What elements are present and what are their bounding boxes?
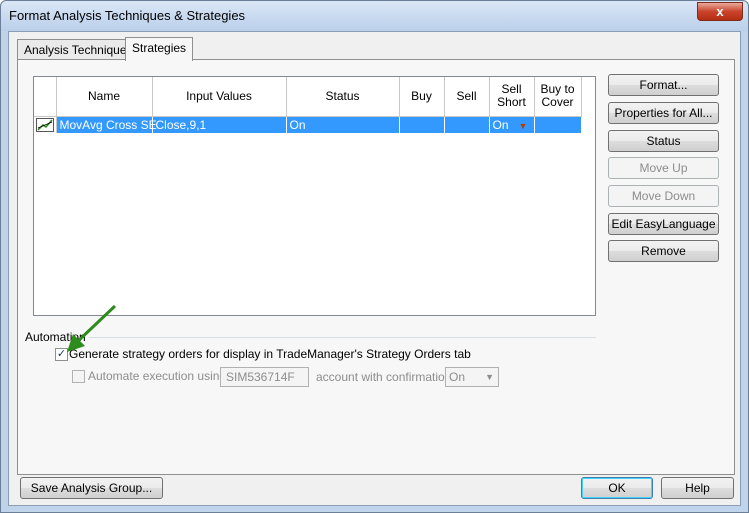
column-header-name[interactable]: Name: [56, 77, 153, 117]
move-up-button[interactable]: Move Up: [608, 157, 719, 179]
ok-button[interactable]: OK: [581, 477, 653, 499]
cell-buy[interactable]: [399, 116, 445, 133]
column-header-sell[interactable]: Sell: [444, 77, 490, 117]
confirmation-label: account with confirmation: [316, 370, 452, 384]
cell-input-values[interactable]: Close,9,1: [152, 116, 287, 133]
format-button[interactable]: Format...: [608, 74, 719, 96]
close-icon: x: [716, 4, 724, 19]
strategies-grid[interactable]: Name Input Values Status Buy Sell Sell S…: [33, 76, 596, 316]
cell-status[interactable]: On: [286, 116, 400, 133]
dialog-window: Format Analysis Techniques & Strategies …: [0, 0, 749, 513]
status-button[interactable]: Status: [608, 130, 719, 152]
dialog-client-area: Analysis Techniques Strategies Name Inpu…: [8, 31, 741, 506]
column-header-icon[interactable]: [34, 77, 57, 117]
sell-short-value: On: [492, 117, 509, 132]
column-header-buy-to-cover[interactable]: Buy to Cover: [534, 77, 582, 117]
tab-label: Strategies: [132, 41, 187, 55]
strategies-table: Name Input Values Status Buy Sell Sell S…: [34, 77, 582, 133]
edit-easylanguage-button[interactable]: Edit EasyLanguage: [608, 213, 719, 235]
row-icon-cell[interactable]: [34, 116, 57, 133]
cell-sell-short[interactable]: On ▼: [489, 116, 535, 133]
tab-analysis-techniques[interactable]: Analysis Techniques: [17, 39, 140, 61]
table-row[interactable]: MovAvg Cross SE Close,9,1 On On ▼: [34, 116, 582, 133]
cell-name[interactable]: MovAvg Cross SE: [56, 116, 157, 133]
confirmation-value: On: [449, 370, 466, 384]
title-bar[interactable]: Format Analysis Techniques & Strategies …: [1, 1, 748, 31]
strategy-chart-icon: [35, 117, 54, 132]
chevron-down-icon: ▼: [485, 372, 494, 382]
tab-label: Analysis Techniques: [24, 43, 133, 57]
column-header-status[interactable]: Status: [286, 77, 400, 117]
column-header-buy[interactable]: Buy: [399, 77, 445, 117]
cell-buy-to-cover[interactable]: [534, 116, 582, 133]
account-field[interactable]: SIM536714F: [220, 367, 309, 387]
move-down-button[interactable]: Move Down: [608, 185, 719, 207]
save-analysis-group-button[interactable]: Save Analysis Group...: [20, 477, 163, 499]
annotation-arrow-icon: [67, 304, 117, 352]
grid-header-row: Name Input Values Status Buy Sell Sell S…: [34, 77, 582, 117]
column-header-input-values[interactable]: Input Values: [152, 77, 287, 117]
remove-button[interactable]: Remove: [608, 240, 719, 262]
dropdown-arrow-icon[interactable]: ▼: [519, 121, 528, 131]
help-button[interactable]: Help: [661, 477, 734, 499]
cell-sell[interactable]: [444, 116, 490, 133]
confirmation-select[interactable]: On ▼: [445, 367, 499, 387]
tab-strategies[interactable]: Strategies: [125, 37, 194, 61]
generate-orders-label[interactable]: Generate strategy orders for display in …: [69, 347, 471, 361]
group-divider: [89, 337, 596, 338]
properties-for-all-button[interactable]: Properties for All...: [608, 102, 719, 124]
window-title: Format Analysis Techniques & Strategies: [9, 8, 246, 23]
close-button[interactable]: x: [697, 2, 743, 21]
column-header-sell-short[interactable]: Sell Short: [489, 77, 535, 117]
